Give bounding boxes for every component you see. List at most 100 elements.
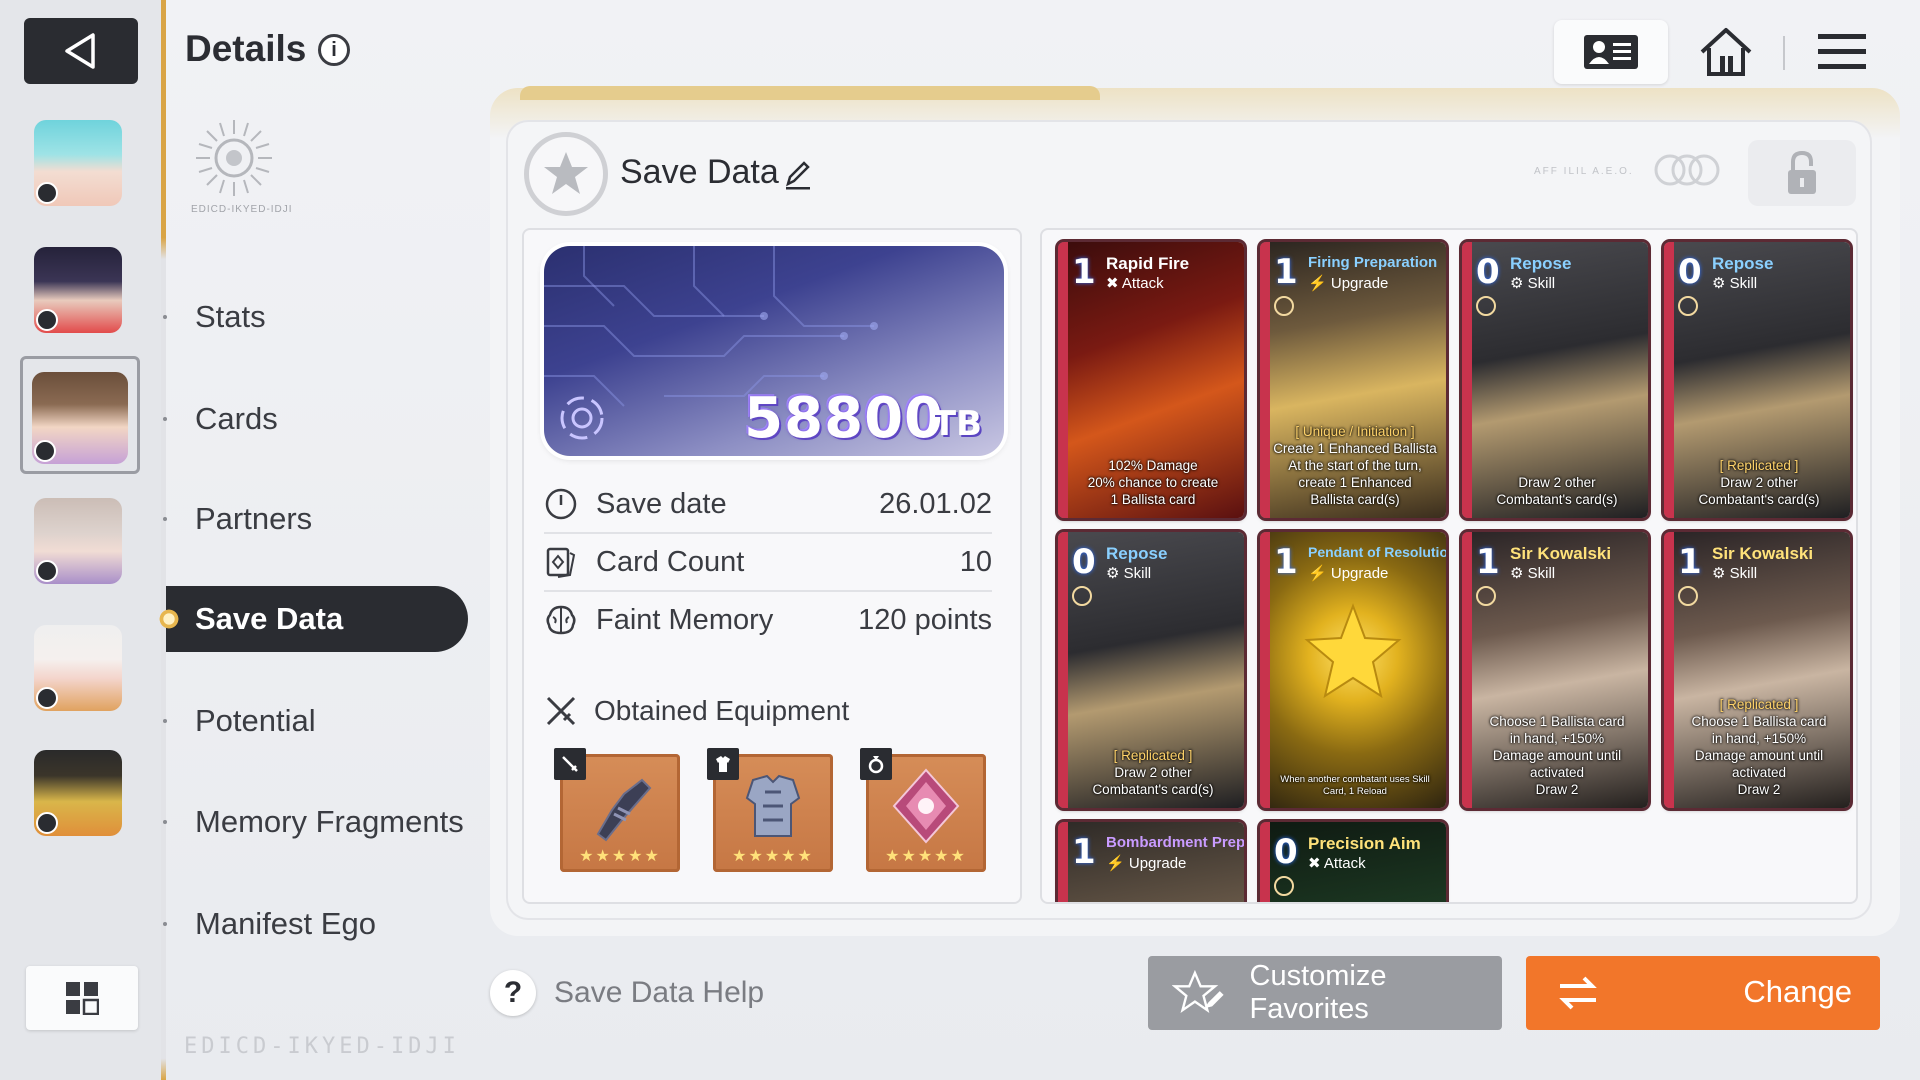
decorative-caption: AFF ILIL A.E.O. (1534, 166, 1634, 177)
card-side-stripe (1664, 242, 1674, 518)
nav-bullet (163, 315, 167, 319)
info-icon[interactable]: i (318, 34, 350, 66)
card-side-stripe (1260, 532, 1270, 808)
equipment-ring[interactable]: ★★★★★ (860, 748, 986, 872)
character-portrait-5[interactable] (34, 625, 122, 711)
brain-icon (546, 605, 576, 635)
card-repose[interactable]: 0 Repose ⚙ Skill Draw 2 other Combatant'… (1462, 242, 1648, 518)
card-cost: 1 (1476, 542, 1500, 582)
card-desc-line: Choose 1 Ballista card (1691, 714, 1827, 729)
card-side-stripe (1260, 242, 1270, 518)
equipment-stars: ★★★★★ (885, 848, 967, 865)
card-type-label: Upgrade (1330, 275, 1389, 292)
card-side-stripe (1462, 242, 1472, 518)
card-cost: 1 (1072, 832, 1096, 872)
grid-icon (66, 982, 99, 1015)
card-firing-preparation[interactable]: 1 Firing Preparation ⚡ Upgrade [ Unique … (1260, 242, 1446, 518)
change-button[interactable]: Change (1526, 956, 1880, 1030)
card-name: Repose (1712, 254, 1774, 273)
card-type-label: Attack (1323, 855, 1366, 872)
card-type-label: Skill (1123, 565, 1152, 582)
save-data-help-button[interactable]: ? Save Data Help (490, 970, 764, 1016)
nav-item-partners[interactable]: Partners (163, 486, 468, 552)
nav-item-memory-fragments[interactable]: Memory Fragments (163, 789, 468, 855)
card-type: ⚙ Skill (1510, 275, 1556, 292)
card-desc-line: Draw 2 other (1114, 765, 1192, 780)
card-description: 102% Damage 20% chance to create 1 Balli… (1070, 457, 1236, 508)
card-rapid-fire[interactable]: 1 Rapid Fire ✖ Attack 102% Damage 20% ch… (1058, 242, 1244, 518)
card-type: ✖ Attack (1308, 855, 1366, 872)
grid-view-button[interactable] (26, 966, 138, 1030)
character-portrait-2[interactable] (34, 247, 122, 333)
card-name: Sir Kowalski (1510, 544, 1612, 563)
profile-button[interactable] (1554, 20, 1668, 84)
card-side-stripe (1058, 532, 1068, 808)
character-badge-icon (36, 309, 58, 331)
character-portrait-4[interactable] (34, 498, 122, 584)
card-desc-line: Draw 2 (1535, 782, 1579, 797)
character-portrait-1[interactable] (34, 120, 122, 206)
nav-bullet (163, 417, 167, 421)
card-bombardment-prep[interactable]: 1 Bombardment Prep ⚡ Upgrade (1058, 822, 1244, 902)
card-desc-line: Combatant's card(s) (1698, 492, 1820, 507)
card-sir-kowalski-replicated[interactable]: 1 Sir Kowalski ⚙ Skill [ Replicated ] Ch… (1664, 532, 1850, 808)
card-desc-line: Ballista card(s) (1310, 492, 1400, 507)
card-pendant-of-resolution[interactable]: 1 Pendant of Resolution ⚡ Upgrade When a… (1260, 532, 1446, 808)
faint-memory-row: Faint Memory 120 points (544, 592, 992, 648)
card-type-label: Skill (1729, 275, 1758, 292)
card-type: ⚙ Skill (1712, 275, 1758, 292)
character-portrait-3-selected[interactable] (32, 372, 128, 464)
back-button[interactable] (24, 18, 138, 84)
card-desc-line: [ Unique / Initiation ] (1295, 424, 1415, 439)
sword-icon (562, 756, 578, 772)
card-cost: 1 (1274, 252, 1298, 292)
card-desc-line: [ Replicated ] (1719, 697, 1799, 712)
nav-item-stats[interactable]: Stats (163, 284, 468, 350)
character-badge-icon (36, 812, 58, 834)
row-label: Card Count (596, 545, 745, 578)
card-description: [ Replicated ] Choose 1 Ballista card in… (1676, 696, 1842, 798)
card-desc-line: create 1 Enhanced (1298, 475, 1412, 490)
nav-item-cards[interactable]: Cards (163, 386, 468, 452)
card-desc-line: At the start of the turn, (1288, 458, 1422, 473)
card-type-label: Skill (1527, 275, 1556, 292)
equipment-weapon[interactable]: ★★★★★ (554, 748, 680, 872)
id-card-icon (1584, 35, 1638, 69)
card-sir-kowalski[interactable]: 1 Sir Kowalski ⚙ Skill Choose 1 Ballista… (1462, 532, 1648, 808)
edit-pencil-icon[interactable] (784, 158, 812, 190)
card-side-stripe (1664, 532, 1674, 808)
lock-button[interactable] (1748, 140, 1856, 206)
save-data-title: Save Data (620, 153, 779, 191)
card-desc-line: Choose 1 Ballista card (1489, 714, 1625, 729)
card-name: Bombardment Prep (1106, 834, 1244, 851)
nav-item-save-data[interactable]: Save Data (156, 586, 468, 652)
card-precision-aim[interactable]: 0 Precision Aim ✖ Attack (1260, 822, 1446, 902)
card-name: Repose (1106, 544, 1168, 563)
target-icon (1274, 876, 1294, 896)
home-icon (1700, 28, 1752, 76)
save-date-row: Save date 26.01.02 (544, 476, 992, 534)
character-badge-icon (34, 440, 56, 462)
card-type: ✖ Attack (1106, 275, 1164, 292)
card-name: Precision Aim (1308, 834, 1421, 853)
change-label: Change (1743, 974, 1852, 1009)
nav-item-potential[interactable]: Potential (163, 688, 468, 754)
card-cost: 1 (1274, 542, 1298, 582)
card-desc-line: [ Replicated ] (1113, 748, 1193, 763)
card-repose-replicated-2[interactable]: 0 Repose ⚙ Skill [ Replicated ] Draw 2 o… (1058, 532, 1244, 808)
equipment-armor[interactable]: ★★★★★ (707, 748, 833, 872)
menu-button[interactable] (1806, 20, 1878, 84)
target-icon (1678, 296, 1698, 316)
character-badge-icon (36, 687, 58, 709)
card-type-label: Upgrade (1128, 855, 1187, 872)
tb-balance-card: 58800 TB (544, 246, 1004, 456)
character-portrait-6[interactable] (34, 750, 122, 836)
equipment-stars: ★★★★★ (579, 848, 661, 865)
nav-item-manifest-ego[interactable]: Manifest Ego (163, 891, 468, 957)
card-repose-replicated[interactable]: 0 Repose ⚙ Skill [ Replicated ] Draw 2 o… (1664, 242, 1850, 518)
lock-icon (1788, 150, 1816, 194)
home-button[interactable] (1690, 20, 1762, 84)
save-star-badge (524, 132, 608, 216)
star-icon (544, 152, 588, 194)
customize-favorites-button[interactable]: Customize Favorites (1148, 956, 1502, 1030)
